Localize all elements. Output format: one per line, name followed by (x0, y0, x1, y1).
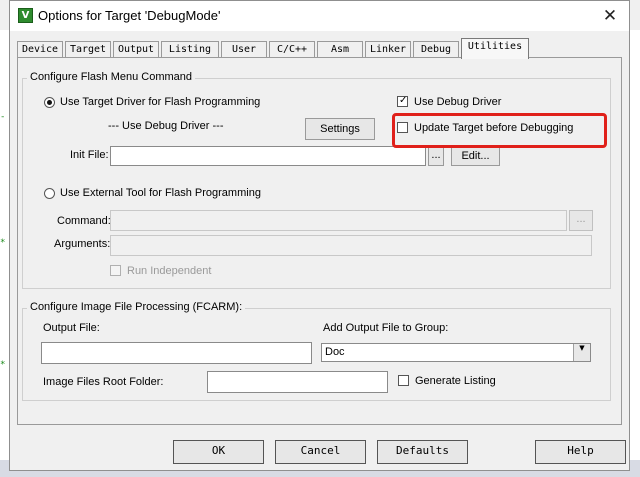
init-file-input[interactable] (110, 146, 426, 166)
driver-display: --- Use Debug Driver --- (108, 120, 224, 132)
highlight-annotation (392, 113, 607, 148)
use-debug-driver-label: Use Debug Driver (414, 96, 502, 108)
run-independent-label: Run Independent (127, 265, 212, 277)
settings-button[interactable]: Settings (305, 118, 375, 140)
tab-debug[interactable]: Debug (413, 41, 459, 58)
use-debug-driver-checkbox[interactable]: ✓ (397, 95, 408, 107)
command-input[interactable] (110, 210, 567, 231)
flash-menu-group: Configure Flash Menu Command (22, 71, 611, 289)
add-output-group-label: Add Output File to Group: (323, 322, 449, 334)
help-button[interactable]: Help (535, 440, 626, 464)
tab-c-cpp[interactable]: C/C++ (269, 41, 315, 58)
chevron-down-icon[interactable]: ▼ (573, 344, 590, 361)
init-file-label: Init File: (70, 149, 109, 161)
command-browse-button[interactable]: ... (569, 210, 593, 231)
tab-device[interactable]: Device (17, 41, 63, 58)
root-folder-label: Image Files Root Folder: (43, 376, 164, 388)
tab-user[interactable]: User (221, 41, 267, 58)
app-icon: V (18, 8, 33, 23)
window-title: Options for Target 'DebugMode' (38, 8, 221, 23)
tab-output[interactable]: Output (113, 41, 159, 58)
arguments-input[interactable] (110, 235, 592, 256)
edit-button[interactable]: Edit... (451, 146, 500, 166)
image-group-title: Configure Image File Processing (FCARM): (27, 301, 246, 313)
group-select-value: Doc (325, 346, 345, 358)
flash-group-title: Configure Flash Menu Command (27, 71, 196, 83)
init-file-browse-button[interactable]: ... (428, 146, 444, 166)
use-target-driver-radio[interactable] (44, 97, 55, 108)
use-external-tool-label: Use External Tool for Flash Programming (60, 187, 261, 199)
background-editor-edge: - * * (0, 30, 9, 472)
root-folder-input[interactable] (207, 371, 388, 393)
title-bar: V Options for Target 'DebugMode' ✕ (10, 1, 629, 31)
output-file-input[interactable] (41, 342, 312, 364)
use-external-tool-radio[interactable] (44, 188, 55, 199)
editor-gutter-mark: - (0, 112, 6, 122)
run-independent-checkbox[interactable] (110, 265, 121, 276)
tab-strip: Device Target Output Listing User C/C++ … (17, 38, 529, 59)
radio-selected-dot (47, 100, 52, 105)
checkmark-icon: ✓ (399, 95, 408, 106)
ok-button[interactable]: OK (173, 440, 264, 464)
editor-gutter-mark: * (0, 360, 6, 370)
defaults-button[interactable]: Defaults (377, 440, 468, 464)
tab-listing[interactable]: Listing (161, 41, 219, 58)
group-select[interactable]: Doc ▼ (321, 343, 591, 362)
command-label: Command: (57, 215, 111, 227)
tab-linker[interactable]: Linker (365, 41, 411, 58)
editor-gutter-mark: * (0, 238, 6, 248)
tab-asm[interactable]: Asm (317, 41, 363, 58)
output-file-label: Output File: (43, 322, 100, 334)
arguments-label: Arguments: (54, 238, 111, 250)
generate-listing-label: Generate Listing (415, 375, 496, 387)
generate-listing-checkbox[interactable] (398, 375, 409, 386)
tab-utilities[interactable]: Utilities (461, 38, 529, 59)
close-icon[interactable]: ✕ (598, 5, 622, 27)
options-dialog: V Options for Target 'DebugMode' ✕ Devic… (9, 0, 630, 471)
use-target-driver-label: Use Target Driver for Flash Programming (60, 96, 261, 108)
cancel-button[interactable]: Cancel (275, 440, 366, 464)
tab-target[interactable]: Target (65, 41, 111, 58)
